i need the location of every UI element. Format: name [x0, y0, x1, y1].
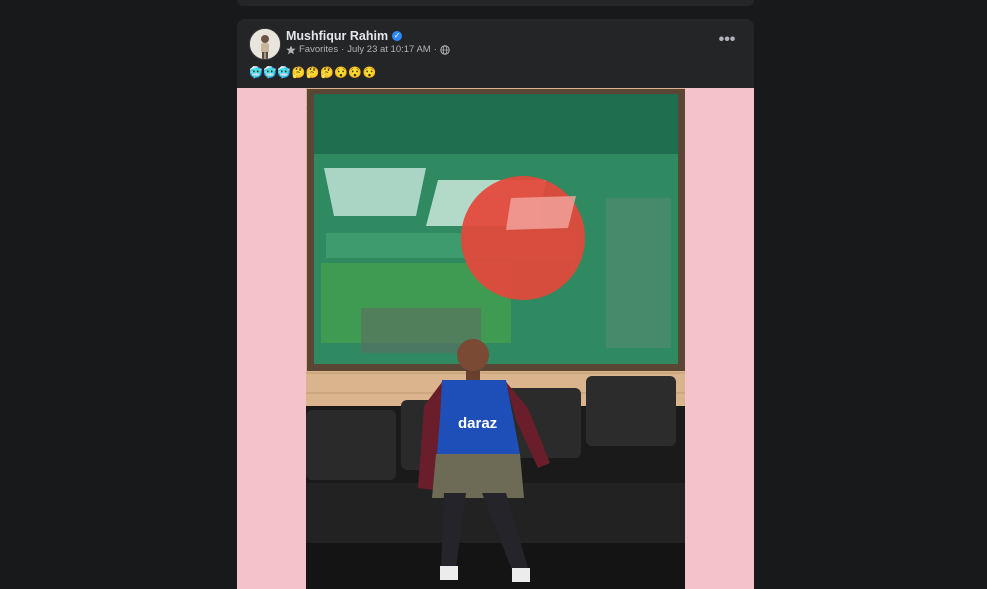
post-meta: Favorites · July 23 at 10:17 AM ·: [286, 44, 450, 55]
svg-text:daraz: daraz: [458, 415, 497, 432]
meta-separator: ·: [341, 44, 345, 55]
post-photo[interactable]: daraz: [237, 88, 754, 589]
photo-image: daraz: [306, 88, 685, 589]
globe-icon: [440, 44, 450, 55]
post-caption: 🥶🥶🥶🤔🤔🤔😯😯😯: [249, 67, 377, 79]
author-name[interactable]: Mushfiqur Rahim: [286, 29, 388, 43]
avatar[interactable]: [249, 28, 281, 60]
post-timestamp[interactable]: July 23 at 10:17 AM: [347, 44, 430, 55]
post-card: Mushfiqur Rahim ✓ Favorites · July 23 at…: [237, 19, 754, 589]
previous-post-card: [237, 0, 754, 6]
verified-badge-icon: ✓: [392, 31, 403, 41]
audience-label: Favorites: [299, 44, 339, 55]
author-header: Mushfiqur Rahim ✓: [286, 29, 403, 43]
star-icon: [286, 45, 296, 55]
meta-separator-2: ·: [433, 44, 437, 55]
more-options-button[interactable]: •••: [714, 32, 740, 51]
